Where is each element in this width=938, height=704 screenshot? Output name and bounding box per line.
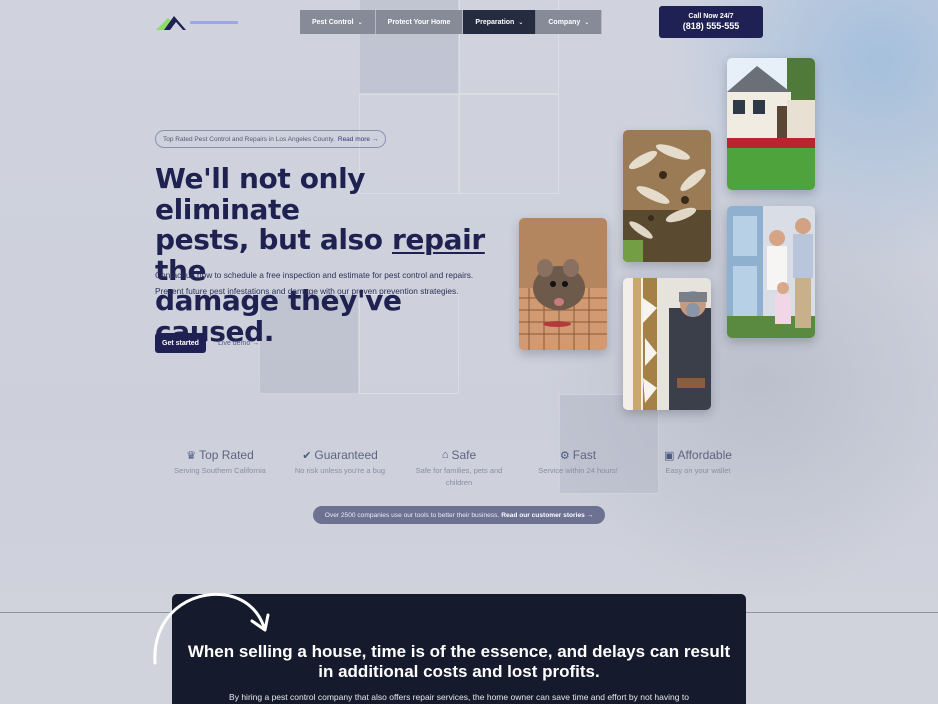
feature-title-text: Fast [572, 448, 597, 462]
nav-pest-control[interactable]: Pest Control ⌄ [300, 10, 376, 34]
headline-emphasis: repair [392, 223, 485, 256]
customer-stories-banner[interactable]: Over 2500 companies use our tools to bet… [313, 506, 605, 524]
call-label: Call Now 24/7 [688, 13, 734, 20]
family-photo [727, 206, 815, 338]
headline-line: pests, but also [155, 223, 392, 256]
live-demo-link[interactable]: Live demo → [218, 340, 259, 347]
rat-photo [519, 218, 607, 350]
chevron-down-icon: ⌄ [518, 19, 524, 26]
nav-company[interactable]: Company ⌄ [536, 10, 603, 34]
chevron-down-icon: ⌄ [357, 19, 363, 26]
fast-icon: ⚙ [559, 449, 570, 462]
logo-mark-icon [156, 16, 238, 30]
affordable-icon: ▣ [664, 449, 675, 462]
nav-protect-your-home[interactable]: Protect Your Home [375, 10, 464, 34]
main-nav: Pest Control ⌄ Protect Your Home Prepara… [300, 10, 603, 34]
get-started-button[interactable]: Get started [155, 333, 206, 353]
hero-cta: Get started Live demo → [155, 333, 259, 353]
feature-title: ✔ Guaranteed [280, 448, 400, 462]
feature-title-text: Top Rated [199, 448, 254, 462]
hero-headline: We'll not only eliminate pests, but also… [155, 162, 515, 347]
feature-guaranteed: ✔ Guaranteed No risk unless you're a bug [280, 448, 400, 477]
feature-title: ⚙ Fast [518, 448, 638, 462]
section-title: When selling a house, time is of the ess… [187, 642, 731, 681]
guaranteed-icon: ✔ [302, 449, 312, 462]
feature-title: ▣ Affordable [638, 448, 758, 462]
feature-desc: Service within 24 hours! [538, 466, 618, 475]
repair-worker-photo [623, 278, 711, 410]
feature-title: ♛ Top Rated [160, 448, 280, 462]
top-rated-icon: ♛ [186, 449, 197, 462]
nav-label: Pest Control [312, 18, 354, 26]
nav-label: Protect Your Home [387, 18, 451, 26]
read-more-link[interactable]: Read more → [338, 136, 378, 143]
house-photo [727, 58, 815, 190]
pill-text: Top Rated Pest Control and Repairs in Lo… [163, 135, 335, 143]
banner-text: Over 2500 companies use our tools to bet… [324, 511, 500, 519]
feature-fast: ⚙ Fast Service within 24 hours! [518, 448, 638, 477]
feature-safe: ⌂ Safe Safe for families, pets and child… [399, 448, 519, 489]
chevron-down-icon: ⌄ [584, 19, 590, 26]
feature-top-rated: ♛ Top Rated Serving Southern California [160, 448, 280, 477]
feature-desc: No risk unless you're a bug [294, 466, 386, 475]
headline-line: We'll not only eliminate [155, 162, 366, 226]
nav-label: Company [548, 18, 581, 26]
announcement-pill[interactable]: Top Rated Pest Control and Repairs in Lo… [155, 130, 387, 148]
hero-subtext: Contact us now to schedule a free inspec… [155, 270, 474, 296]
call-now-button[interactable]: Call Now 24/7 (818) 555-555 [659, 6, 763, 38]
feature-affordable: ▣ Affordable Easy on your wallet [638, 448, 758, 477]
nav-preparation[interactable]: Preparation ⌄ [463, 10, 537, 34]
feature-desc: Safe for families, pets and children [415, 466, 503, 487]
safe-icon: ⌂ [441, 449, 449, 461]
feature-desc: Easy on your wallet [665, 466, 731, 475]
feature-title-text: Safe [451, 448, 477, 462]
section-text: By hiring a pest control company that al… [229, 692, 689, 702]
feature-title-text: Guaranteed [314, 448, 378, 462]
feature-title-text: Affordable [677, 448, 732, 462]
feature-title: ⌂ Safe [399, 448, 519, 462]
customer-stories-link[interactable]: Read our customer stories → [501, 512, 593, 519]
termites-photo [623, 130, 711, 262]
feature-desc: Serving Southern California [174, 466, 266, 475]
phone-number: (818) 555-555 [682, 21, 740, 31]
logo[interactable] [156, 14, 246, 34]
nav-label: Preparation [475, 18, 515, 26]
